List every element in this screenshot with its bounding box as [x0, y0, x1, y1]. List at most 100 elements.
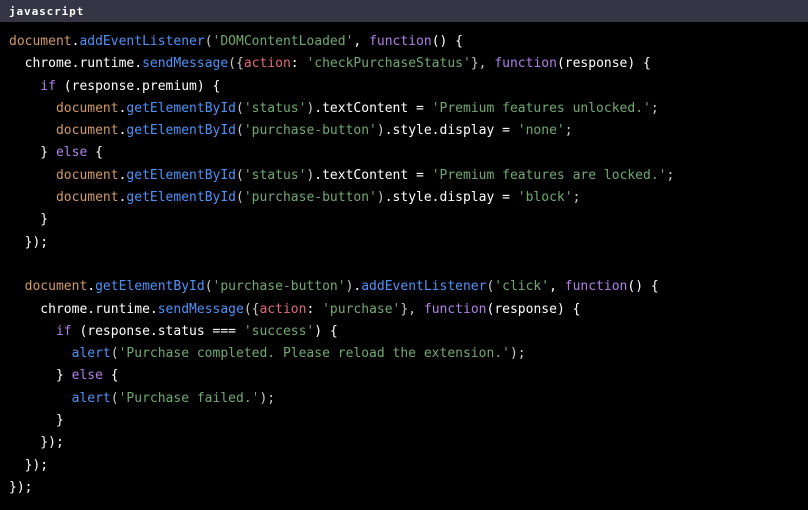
code-token: ( [110, 390, 119, 406]
code-token: ) [376, 123, 385, 139]
code-line: document.getElementById('purchase-button… [0, 187, 808, 209]
code-token: if [55, 323, 72, 339]
code-line: chrome.runtime.sendMessage({action: 'pur… [0, 299, 808, 321]
code-token: . [87, 301, 96, 317]
code-token: document [9, 34, 72, 49]
code-token: document [55, 100, 119, 116]
code-token: ( [204, 34, 213, 49]
code-token: document [55, 167, 119, 183]
code-token: ({ [228, 56, 244, 72]
code-token: function [369, 34, 432, 49]
code-token: alert [71, 346, 111, 362]
code-token: 'purchase-button' [212, 279, 346, 295]
code-token: else [71, 368, 103, 384]
code-line: if (response.status === 'success') { [0, 321, 808, 343]
language-label: javascript [9, 4, 85, 18]
code-line: } [0, 209, 808, 231]
code-token: } [9, 212, 49, 228]
code-token: ( [236, 167, 244, 183]
code-token: () { [431, 34, 463, 49]
code-token: 'success' [243, 323, 315, 339]
code-token: .textContent = [314, 100, 432, 116]
code-token: getElementById [126, 167, 236, 183]
code-token: 'status' [243, 100, 307, 116]
code-line: document.addEventListener('DOMContentLoa… [0, 31, 808, 53]
code-token: ; [572, 190, 581, 206]
code-token: }, [470, 56, 495, 72]
code-token: chrome [9, 56, 72, 72]
code-token: . [149, 301, 158, 317]
code-line: alert('Purchase completed. Please reload… [0, 343, 808, 365]
code-token: function [494, 56, 557, 72]
code-token: ({ [243, 301, 260, 317]
code-token: }, [400, 301, 424, 317]
code-line: }); [0, 432, 808, 454]
code-line: document.getElementById('purchase-button… [0, 120, 808, 142]
code-line: document.getElementById('purchase-button… [0, 276, 808, 298]
code-token: getElementById [95, 279, 205, 295]
code-token: .textContent = [314, 167, 432, 183]
code-line: document.getElementById('status').textCo… [0, 98, 808, 120]
code-token: 'Premium features are locked.' [431, 167, 667, 183]
code-token: function [423, 301, 487, 317]
code-line: } else { [0, 142, 808, 164]
code-token: .style.display = [384, 123, 518, 139]
code-token: sendMessage [157, 301, 244, 317]
code-token: }); [9, 234, 49, 250]
code-token: } [9, 368, 72, 384]
code-token: }); [9, 435, 64, 451]
code-token: 'purchase' [322, 301, 401, 317]
code-token: ); [509, 346, 526, 362]
code-token: .style.display = [384, 190, 518, 206]
code-token: ( [110, 346, 119, 362]
code-token: } [9, 145, 56, 161]
code-token: chrome [9, 301, 88, 317]
code-token: ( [204, 279, 213, 295]
code-token: . [134, 56, 143, 72]
code-token: ( [236, 123, 244, 139]
code-content-area[interactable]: document.addEventListener('DOMContentLoa… [0, 22, 808, 510]
code-token: { [87, 145, 103, 161]
code-token: : [290, 56, 307, 72]
code-token: getElementById [126, 190, 236, 206]
code-line: if (response.premium) { [0, 76, 808, 98]
code-token: action [243, 56, 291, 72]
code-token: , [549, 279, 565, 295]
code-block: javascript document.addEventListener('DO… [0, 0, 808, 510]
code-token: () { [627, 279, 659, 295]
language-header-bar: javascript [0, 0, 808, 22]
code-token: if [40, 78, 56, 94]
code-token: { [102, 368, 119, 384]
code-token: 'click' [494, 279, 550, 295]
code-token: 'status' [243, 167, 307, 183]
code-token: (response.premium) { [55, 78, 221, 94]
code-token: function [564, 279, 628, 295]
code-token: ; [564, 123, 573, 139]
code-line: chrome.runtime.sendMessage({action: 'che… [0, 53, 808, 75]
code-token: document [55, 190, 119, 206]
code-token: 'checkPurchaseStatus' [306, 56, 471, 72]
code-token: ( [236, 190, 244, 206]
code-token: ; [666, 167, 675, 183]
code-token: . [87, 279, 96, 295]
code-line: }); [0, 232, 808, 254]
code-token: runtime [79, 56, 135, 72]
code-token: 'purchase-button' [243, 123, 377, 139]
code-token: (response.status === [71, 323, 244, 339]
code-token: 'block' [517, 190, 573, 206]
code-token: } [9, 413, 64, 429]
code-token: document [55, 123, 119, 139]
code-token: document [24, 279, 88, 295]
code-token: ( [236, 100, 244, 116]
code-token: ) [376, 190, 385, 206]
code-token: getElementById [126, 100, 236, 116]
code-token: : [306, 301, 323, 317]
